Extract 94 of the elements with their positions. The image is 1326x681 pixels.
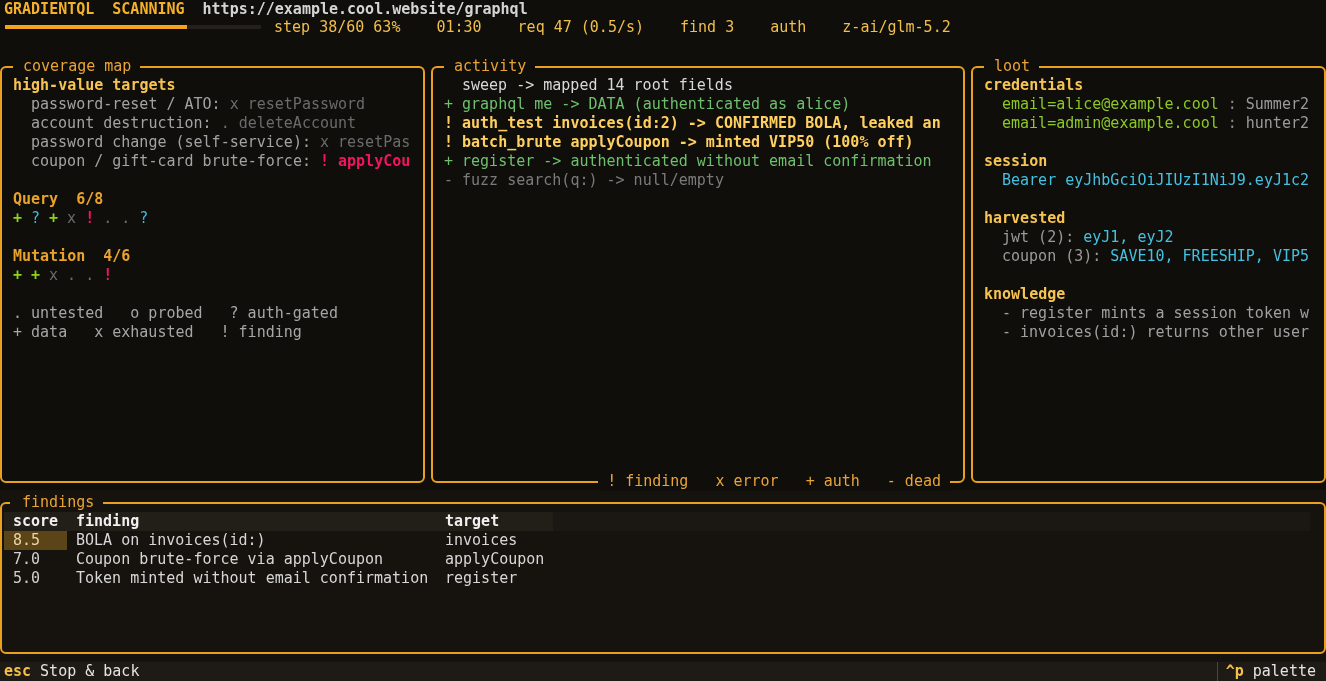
section-heading: knowledge (984, 285, 1066, 304)
credential-secret: Summer2 (1245, 95, 1309, 114)
legend-item: o probed (130, 304, 203, 323)
credential-user: email=alice@example.cool (1002, 95, 1219, 114)
table-cell-text: applyCoupon (444, 550, 546, 569)
harvest-label: jwt (2): (1002, 228, 1075, 247)
target-field: ! applyCou (319, 152, 411, 171)
stat-text: z-ai/glm-5.2 (842, 17, 951, 37)
group-title: Query (13, 190, 59, 209)
table-cell-text: 5.0 (12, 569, 42, 588)
legend-item: x error (715, 472, 779, 491)
status-mark: . (85, 266, 95, 285)
target-label: password-reset / ATO: (31, 95, 221, 114)
app-title: GRADIENTQL (4, 0, 95, 19)
column-header: target (444, 512, 501, 531)
legend-item: ! finding (220, 323, 302, 342)
log-text: batch_brute applyCoupon -> minted VIP50 (100% off) (462, 133, 914, 152)
log-marker: ! (444, 133, 454, 152)
note-text: - register mints a session token w (1002, 304, 1310, 323)
log-text: fuzz search(q:) -> null/empty (462, 171, 724, 190)
log-text: sweep -> mapped 14 root fields (462, 76, 733, 95)
hint-label: Stop & back (40, 662, 140, 681)
table-cell: 8.5 (4, 531, 67, 550)
section-heading: credentials (984, 76, 1084, 95)
group-count: 6/8 (76, 190, 104, 209)
legend-item: + data (13, 323, 68, 342)
group-count: 4/6 (103, 247, 131, 266)
status-mark: . (103, 209, 113, 228)
target-label: account destruction: (31, 114, 212, 133)
legend-item: ? auth-gated (229, 304, 338, 323)
stat-text: find 3 (680, 17, 735, 37)
note-text: - invoices(id:) returns other user (1002, 323, 1310, 342)
status-mark: + (13, 209, 23, 228)
status-mark: ! (85, 209, 95, 228)
url-text: https://example.cool.website/graphql (202, 0, 528, 19)
stat-text: auth (770, 17, 807, 37)
status-mark: . (67, 266, 77, 285)
panel-title: loot (994, 57, 1031, 75)
panel-title: findings (22, 493, 95, 511)
separator-text: : (1227, 95, 1237, 114)
stat-text: step 38/60 63% (274, 17, 401, 37)
log-text: register -> authenticated without email confirmation (462, 152, 932, 171)
legend-item: x exhausted (94, 323, 194, 342)
credential-secret: hunter2 (1245, 114, 1309, 133)
target-field: x resetPas (319, 133, 411, 152)
status-mark: x (49, 266, 59, 285)
log-marker: ! (444, 114, 454, 133)
separator-text: : (1227, 114, 1237, 133)
status-mark: ? (31, 209, 41, 228)
log-marker: - (444, 171, 454, 190)
credential-user: email=admin@example.cool (1002, 114, 1219, 133)
target-field: x resetPassword (229, 95, 366, 114)
table-cell-text: invoices (444, 531, 519, 550)
section-heading: session (984, 152, 1048, 171)
status-mark: + (31, 266, 41, 285)
column-header: score (12, 512, 60, 531)
key-hint: ^p (1225, 662, 1244, 681)
table-cell-text: Token minted without email confirmation (75, 569, 430, 588)
status-mark: x (67, 209, 77, 228)
section-heading: high-value targets (13, 76, 176, 95)
stat-text: 01:30 (436, 17, 482, 37)
column-header: finding (75, 512, 141, 531)
group-title: Mutation (13, 247, 86, 266)
section-heading: harvested (984, 209, 1066, 228)
legend-item: - dead (886, 472, 941, 491)
target-label: coupon / gift-card brute-force: (31, 152, 311, 171)
status-mark: ? (139, 209, 149, 228)
table-cell-text: BOLA on invoices(id:) (75, 531, 267, 550)
status-mark: + (49, 209, 59, 228)
token-text: Bearer eyJhbGciOiJIUzI1NiJ9.eyJ1c2 (1002, 171, 1310, 190)
log-marker: + (444, 152, 454, 171)
harvest-label: coupon (3): (1002, 247, 1102, 266)
target-field: . deleteAccount (220, 114, 357, 133)
table-cell-text: Coupon brute-force via applyCoupon (75, 550, 385, 569)
log-text: auth_test invoices(id:2) -> CONFIRMED BOLA, leaked an (462, 114, 941, 133)
legend-item: . untested (13, 304, 104, 323)
target-label: password change (self-service): (31, 133, 311, 152)
harvest-values: SAVE10, FREESHIP, VIP5 (1110, 247, 1310, 266)
hint-label: palette (1252, 662, 1316, 681)
log-text: graphql me -> DATA (authenticated as alice) (462, 95, 851, 114)
legend-item: ! finding (607, 472, 689, 491)
panel-title: coverage map (23, 57, 132, 75)
table-cell-text: 7.0 (12, 550, 42, 569)
table-cell-text: register (444, 569, 519, 588)
status-mark: ! (103, 266, 113, 285)
legend-item: + auth (805, 472, 860, 491)
status-mark: + (13, 266, 23, 285)
status-label: SCANNING (112, 0, 185, 19)
stat-text: req 47 (0.5/s) (517, 17, 645, 37)
log-marker: + (444, 95, 454, 114)
harvest-values: eyJ1, eyJ2 (1083, 228, 1174, 247)
status-mark: . (121, 209, 131, 228)
panel-title: activity (454, 57, 527, 75)
key-hint: esc (4, 662, 32, 681)
